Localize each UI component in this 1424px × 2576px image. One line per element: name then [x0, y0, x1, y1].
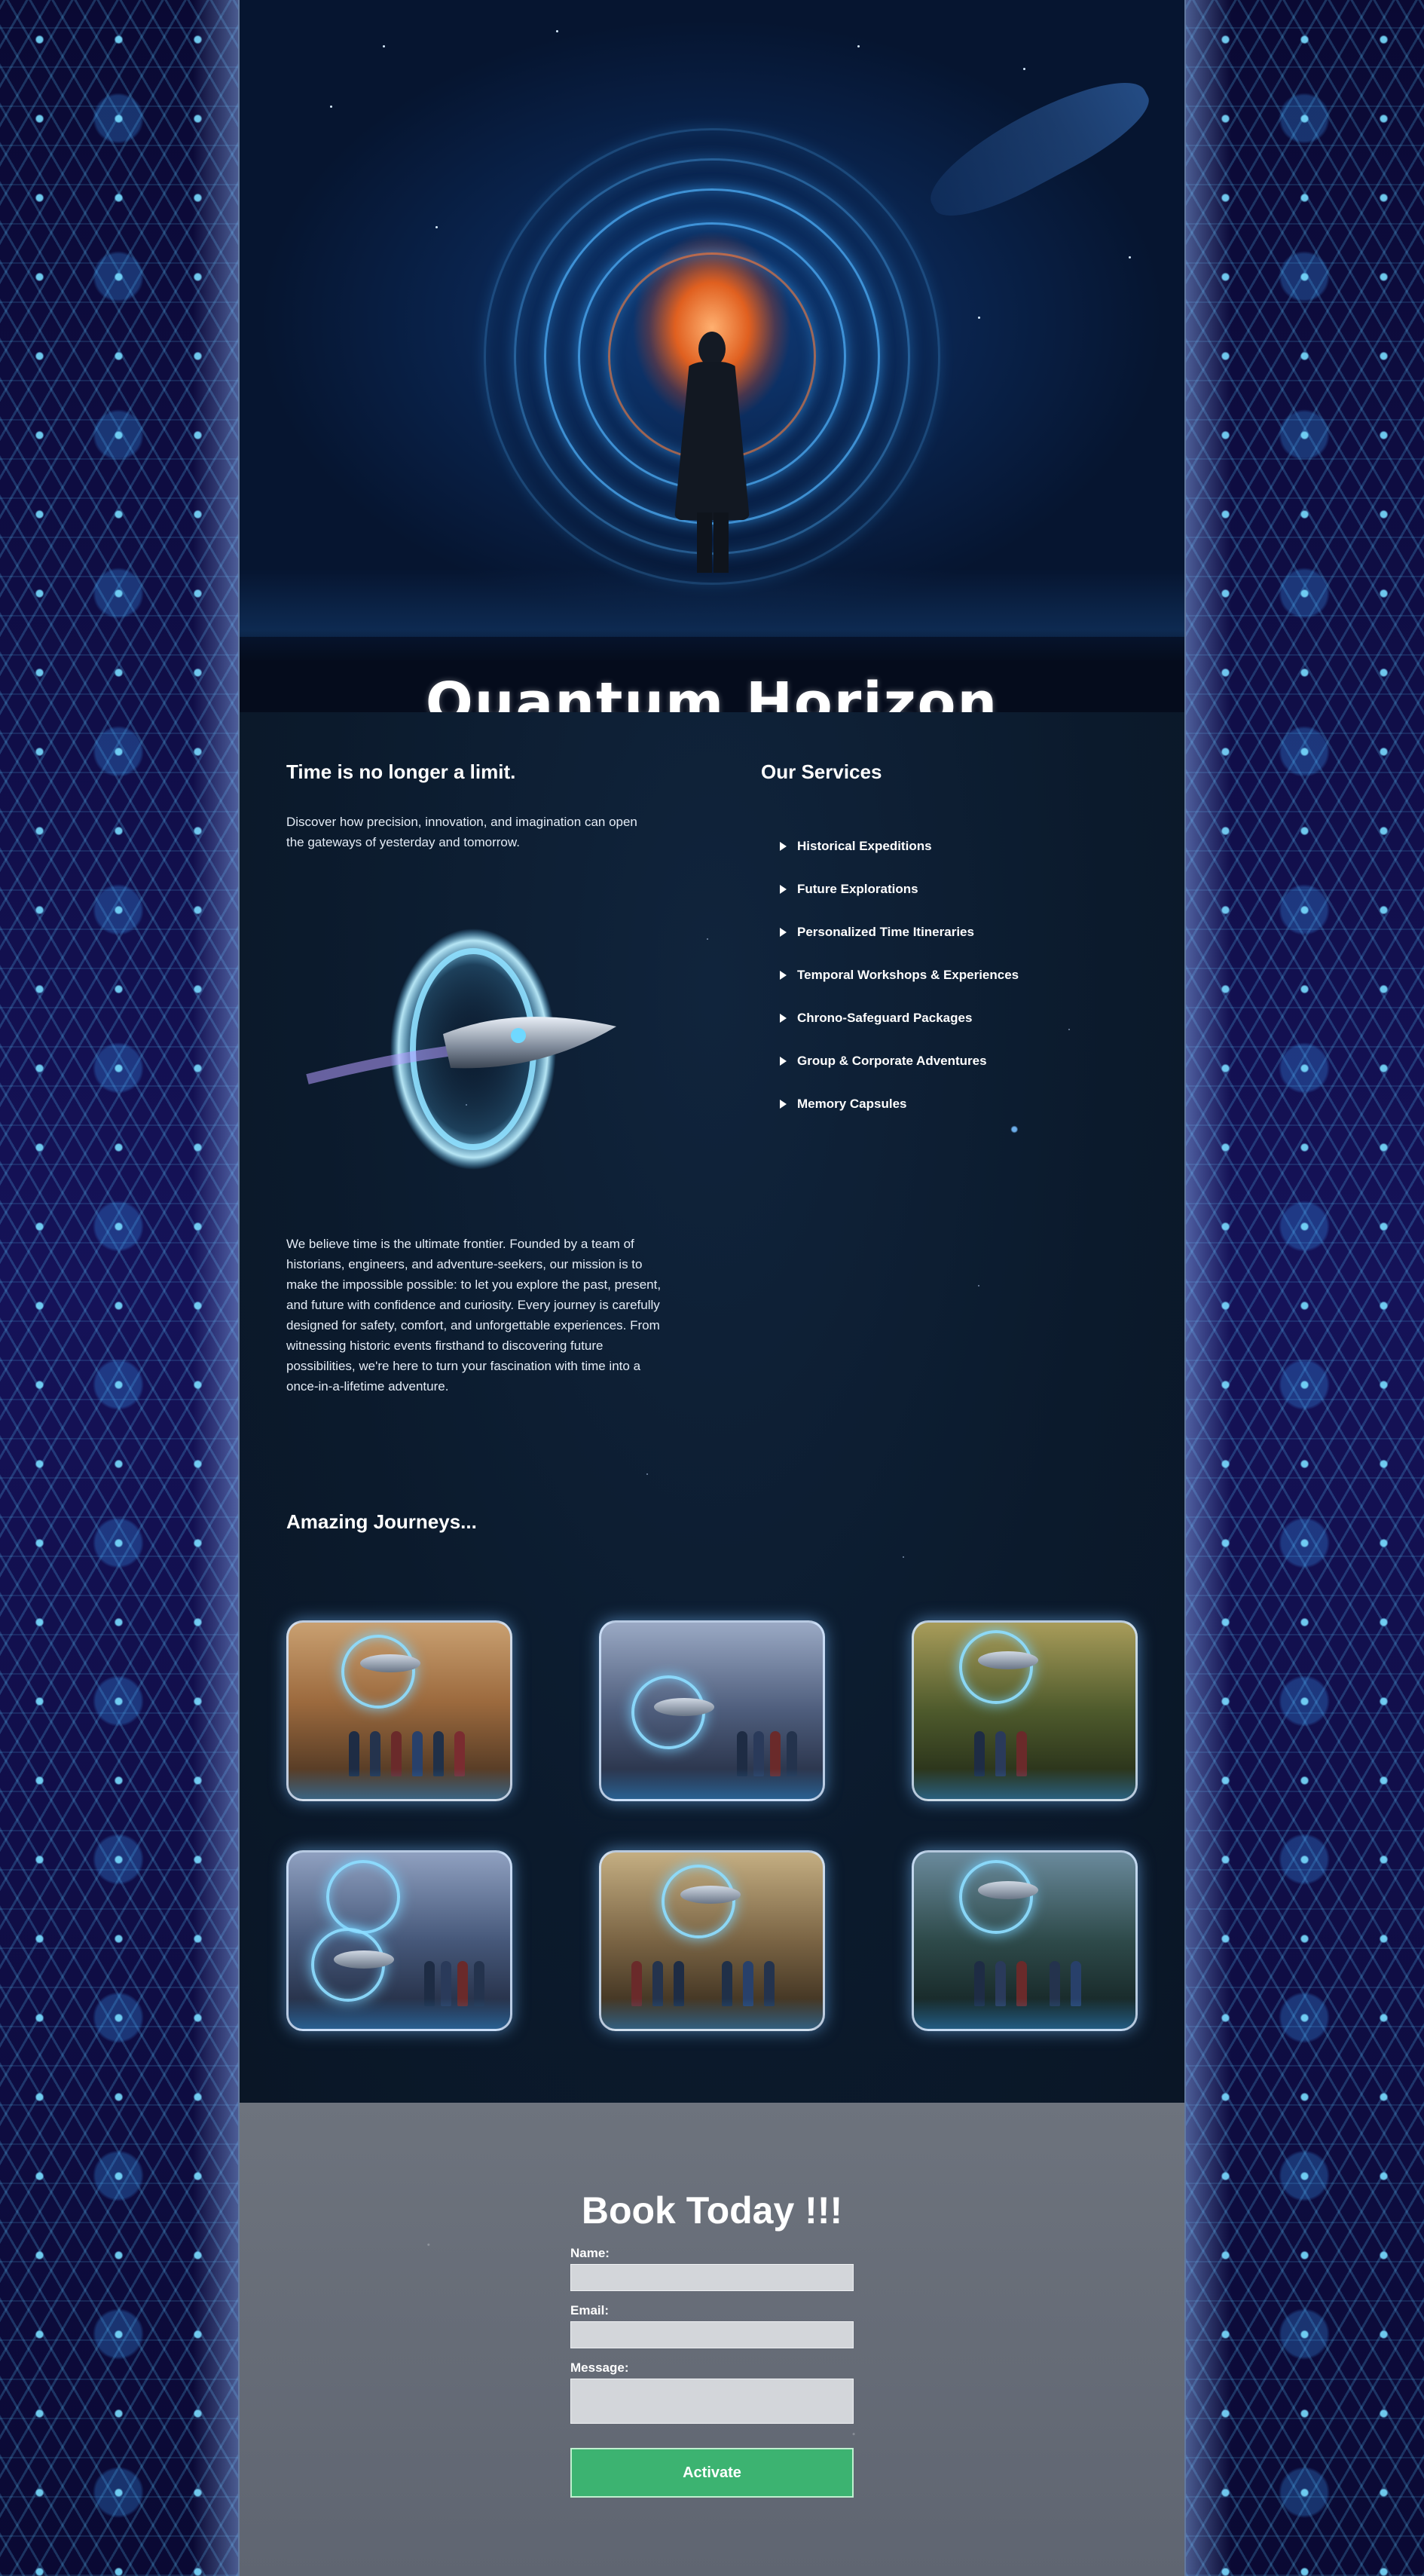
journey-card-city-portal[interactable]: [286, 1850, 512, 2031]
message-label: Message:: [570, 2360, 629, 2375]
card-ground-glow: [289, 1999, 510, 2029]
journey-card-ancient-temple[interactable]: [912, 1850, 1138, 2031]
ship-portal-image: [306, 929, 616, 1170]
traveler-silhouette: [674, 332, 750, 580]
services-heading: Our Services: [761, 760, 882, 783]
card-ground-glow: [914, 1999, 1135, 2029]
service-item-label: Personalized Time Itineraries: [797, 924, 974, 939]
right-pattern-border: [1186, 0, 1424, 2576]
bullet-triangle-icon: [780, 1099, 787, 1109]
ship-icon: [680, 1886, 741, 1904]
card-ground-glow: [914, 1769, 1135, 1799]
ship-light: [511, 1028, 526, 1043]
service-item: Group & Corporate Adventures: [769, 1039, 1019, 1082]
bullet-triangle-icon: [780, 1013, 787, 1023]
name-field[interactable]: [570, 2264, 854, 2291]
bullet-triangle-icon: [780, 884, 787, 894]
bullet-triangle-icon: [780, 927, 787, 937]
card-ground-glow: [601, 1769, 823, 1799]
service-item-label: Group & Corporate Adventures: [797, 1053, 987, 1068]
journey-card-dinosaur-jungle[interactable]: [912, 1620, 1138, 1801]
main-content: Time is no longer a limit. Discover how …: [240, 712, 1184, 2103]
service-item: Future Explorations: [769, 867, 1019, 910]
name-label: Name:: [570, 2246, 610, 2260]
left-pattern-border: [0, 0, 238, 2576]
services-list: Historical Expeditions Future Exploratio…: [769, 825, 1019, 1125]
service-item: Chrono-Safeguard Packages: [769, 996, 1019, 1039]
portal-icon: [326, 1860, 400, 1934]
service-item-label: Memory Capsules: [797, 1096, 907, 1111]
ship-icon: [978, 1881, 1038, 1899]
service-item: Historical Expeditions: [769, 825, 1019, 867]
bullet-triangle-icon: [780, 1056, 787, 1066]
service-item-label: Historical Expeditions: [797, 838, 932, 853]
ship-icon: [978, 1651, 1038, 1669]
service-item: Memory Capsules: [769, 1082, 1019, 1125]
ship-icon: [654, 1698, 714, 1716]
hero-banner: Quantum Horizon: [240, 0, 1184, 714]
card-ground-glow: [289, 1769, 510, 1799]
journeys-heading: Amazing Journeys...: [286, 1510, 477, 1533]
mission-paragraph: We believe time is the ultimate frontier…: [286, 1237, 662, 1394]
booking-title: Book Today !!!: [581, 2189, 843, 2232]
message-field[interactable]: [570, 2379, 854, 2424]
service-item-label: Temporal Workshops & Experiences: [797, 967, 1019, 982]
email-label: Email:: [570, 2303, 610, 2317]
booking-section: Book Today !!! Name: Email: Message: Act…: [240, 2103, 1184, 2576]
ship-icon: [360, 1654, 420, 1672]
card-ground-glow: [601, 1999, 823, 2029]
intro-heading: Time is no longer a limit.: [286, 760, 516, 783]
journey-gallery: [286, 1620, 1142, 2042]
activate-button[interactable]: Activate: [570, 2448, 854, 2498]
spaceship-silhouette: [915, 60, 1161, 234]
ship-icon: [334, 1950, 394, 1969]
service-item-label: Chrono-Safeguard Packages: [797, 1010, 973, 1025]
service-item: Temporal Workshops & Experiences: [769, 953, 1019, 996]
page-container: Quantum Horizon Time is no longer a limi…: [238, 0, 1186, 2576]
site-title: Quantum Horizon: [425, 670, 999, 714]
bullet-triangle-icon: [780, 970, 787, 980]
journey-card-colosseum[interactable]: [286, 1620, 512, 1801]
email-field[interactable]: [570, 2321, 854, 2348]
service-item: Personalized Time Itineraries: [769, 910, 1019, 953]
booking-form: Name: Email: Message: Activate: [570, 2246, 854, 2498]
journey-card-future-city[interactable]: [599, 1620, 825, 1801]
intro-tagline: Discover how precision, innovation, and …: [286, 815, 637, 849]
service-item-label: Future Explorations: [797, 881, 918, 896]
bullet-triangle-icon: [780, 841, 787, 851]
journey-card-pirate-ship[interactable]: [599, 1850, 825, 2031]
